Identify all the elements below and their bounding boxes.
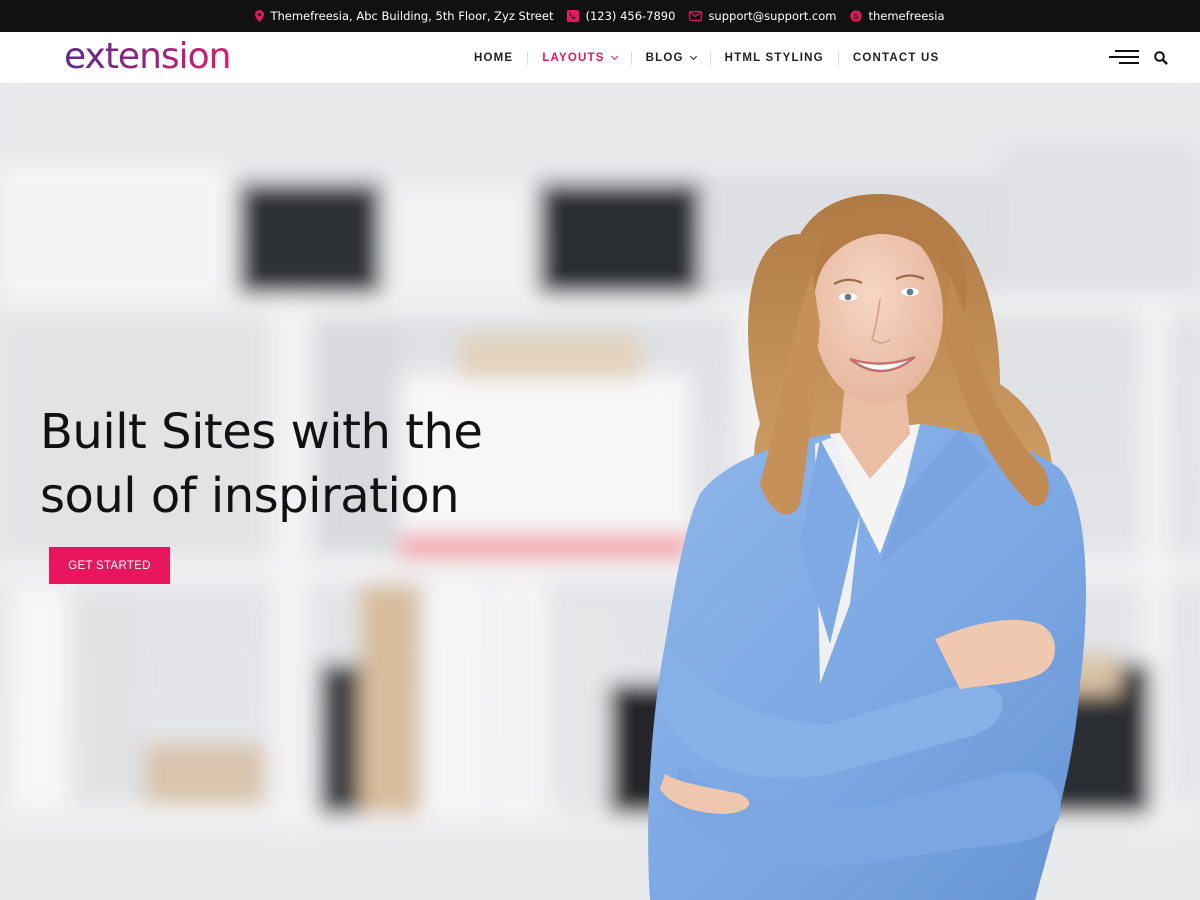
site-header: extension HOME LAYOUTS BLOG HTML STYLING… [0,32,1200,84]
search-icon[interactable] [1153,50,1169,66]
svg-text:S: S [854,12,860,21]
nav-item-html-styling[interactable]: HTML STYLING [709,51,838,65]
email-text: support@support.com [708,9,837,23]
chevron-down-icon [610,52,618,61]
nav-label: HOME [474,52,514,64]
nav-item-layouts[interactable]: LAYOUTS [527,51,630,65]
nav-label: LAYOUTS [542,52,605,64]
hamburger-menu-icon[interactable] [1107,50,1139,68]
hero-title-line-1: Built Sites with the [40,404,483,460]
site-logo[interactable]: extension [64,34,231,80]
phone-icon [567,10,580,22]
nav-label: BLOG [645,52,684,64]
nav-item-contact-us[interactable]: CONTACT US [837,51,954,65]
address-item: Themefreesia, Abc Building, 5th Floor, Z… [255,9,553,23]
address-text: Themefreesia, Abc Building, 5th Floor, Z… [270,9,554,23]
skype-item[interactable]: S themefreesia [850,9,945,23]
main-navigation: HOME LAYOUTS BLOG HTML STYLING CONTACT U… [460,32,953,84]
hero-title: Built Sites with the soul of inspiration [40,400,600,528]
skype-icon: S [850,10,863,22]
nav-label: HTML STYLING [724,52,824,64]
envelope-icon [689,11,703,21]
get-started-button[interactable]: GET STARTED [49,547,170,584]
phone-item[interactable]: (123) 456-7890 [567,9,675,23]
phone-text: (123) 456-7890 [585,9,676,23]
hero-title-line-2: soul of inspiration [40,468,460,524]
nav-label: CONTACT US [852,52,940,64]
skype-text: themefreesia [868,9,945,23]
hero-banner: Built Sites with the soul of inspiration… [0,84,1200,900]
nav-item-home[interactable]: HOME [460,51,527,65]
email-item[interactable]: support@support.com [689,9,836,23]
nav-item-blog[interactable]: BLOG [630,51,710,65]
chevron-down-icon [689,52,697,61]
top-info-bar: Themefreesia, Abc Building, 5th Floor, Z… [0,0,1200,32]
map-pin-icon [255,10,265,22]
